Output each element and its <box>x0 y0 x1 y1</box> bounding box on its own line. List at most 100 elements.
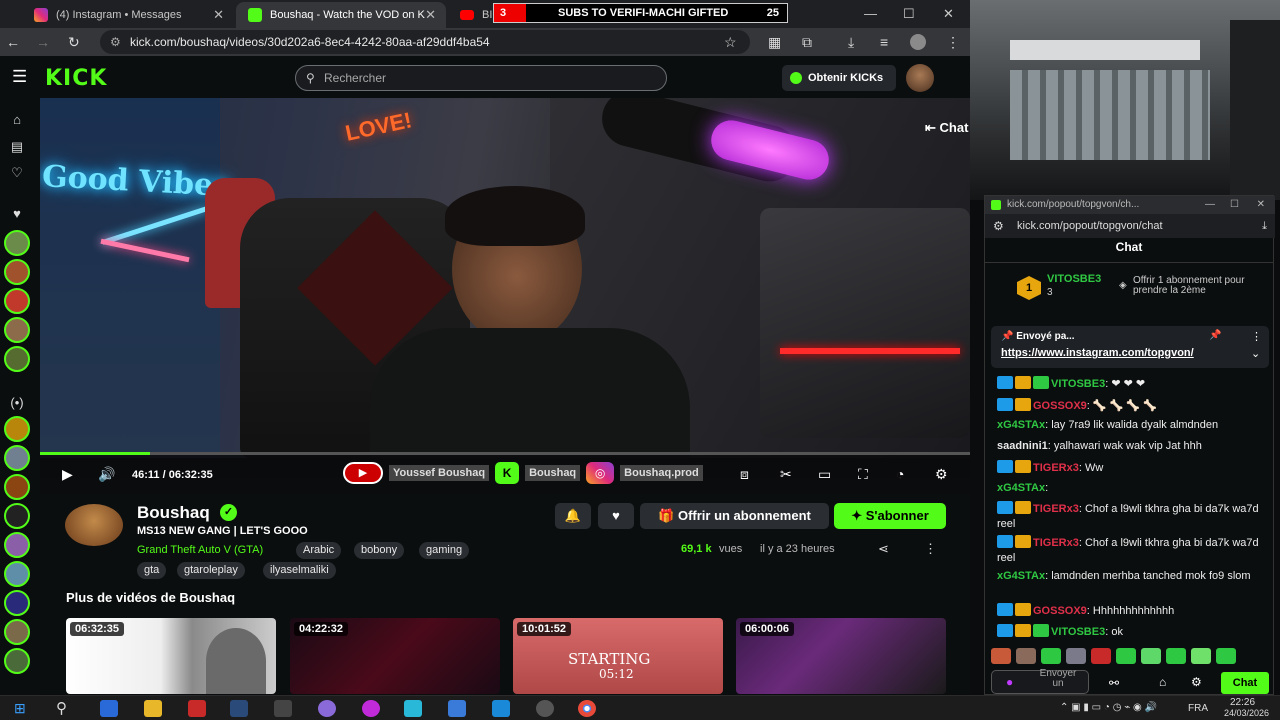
back-icon[interactable]: ← <box>6 34 20 50</box>
home-icon[interactable]: ⌂ <box>8 112 26 127</box>
puzzle-icon[interactable]: ⧉ <box>802 34 812 51</box>
emote-icon[interactable] <box>1041 648 1061 664</box>
chat-input[interactable]: ● Envoyer un <box>991 669 1089 694</box>
tag-pill[interactable]: gaming <box>419 542 470 559</box>
followed-channel-avatar[interactable] <box>4 288 30 314</box>
popout-url[interactable]: ⚙ kick.com/popout/topgvon/chat ⤓ <box>985 214 1275 238</box>
app-icon[interactable] <box>404 700 422 717</box>
recommended-channel-avatar[interactable] <box>4 416 30 442</box>
unpin-icon[interactable]: 📌 <box>1209 330 1221 341</box>
maximize-icon[interactable]: ☐ <box>1230 196 1239 214</box>
emote-icon[interactable] <box>1116 648 1136 664</box>
video-thumbnail[interactable]: 04:22:32 <box>290 618 500 694</box>
chat-username[interactable]: xG4STAx <box>997 482 1045 494</box>
video-thumbnail[interactable]: 10:01:52 STARTING 05:12 <box>513 618 723 694</box>
site-info-icon[interactable]: ⚙ <box>110 30 121 54</box>
recommended-channel-avatar[interactable] <box>4 619 30 645</box>
speed-icon[interactable]: ◔ <box>896 466 904 482</box>
chat-toggle[interactable]: ⇤ Chat <box>925 120 968 136</box>
chat-username[interactable]: TIGERx3 <box>1033 503 1079 515</box>
following-icon[interactable]: ♡ <box>8 165 26 181</box>
minimize-icon[interactable]: — <box>864 6 877 21</box>
tag-pill[interactable]: gta <box>137 562 167 579</box>
chat-username[interactable]: TIGERx3 <box>1033 462 1079 474</box>
user-avatar[interactable] <box>906 64 934 92</box>
subscribe-button[interactable]: ✦ S'abonner <box>834 503 946 529</box>
settings-gear-icon[interactable]: ⚙ <box>1191 675 1202 689</box>
followed-channel-avatar[interactable] <box>4 259 30 285</box>
profile-avatar[interactable] <box>910 34 926 50</box>
clock-time[interactable]: 22:26 <box>1230 697 1255 708</box>
discord-icon[interactable] <box>318 700 336 717</box>
close-icon[interactable]: ✕ <box>213 7 224 23</box>
chat-username[interactable]: GOSSOX9 <box>1033 605 1087 617</box>
live-icon[interactable]: (•) <box>8 395 26 410</box>
emote-icon[interactable] <box>991 648 1011 664</box>
video-thumbnail[interactable]: 06:00:06 <box>736 618 946 694</box>
sub-offer-text[interactable]: Offrir 1 abonnement pour prendre la 2ème <box>1133 276 1273 296</box>
followed-channel-avatar[interactable] <box>4 346 30 372</box>
close-icon[interactable]: ✕ <box>1257 196 1265 214</box>
follow-heart-button[interactable]: ♥ <box>598 503 634 529</box>
steam-icon[interactable] <box>230 700 248 717</box>
pinned-link[interactable]: https://www.instagram.com/topgvon/ <box>1001 347 1194 359</box>
app-icon[interactable] <box>274 700 292 717</box>
download-icon[interactable]: ⤓ <box>848 34 854 51</box>
hamburger-icon[interactable]: ☰ <box>12 67 27 87</box>
recommended-channel-avatar[interactable] <box>4 590 30 616</box>
more-options-icon[interactable]: ⋮ <box>924 541 937 557</box>
recommended-channel-avatar[interactable] <box>4 503 30 529</box>
file-explorer-icon[interactable] <box>144 700 162 717</box>
more-options-icon[interactable]: ⋮ <box>1251 330 1262 343</box>
chat-username[interactable]: VITOSBE3 <box>1051 626 1105 638</box>
language-indicator[interactable]: FRA <box>1188 703 1208 714</box>
theater-icon[interactable]: ▭ <box>818 466 831 483</box>
search-input[interactable]: ⚲ Rechercher <box>295 65 667 91</box>
tab-kick-vod[interactable]: Boushaq - Watch the VOD on K ✕ <box>236 2 446 28</box>
maximize-icon[interactable]: ☐ <box>903 6 915 22</box>
store-icon[interactable]: ⌂ <box>1159 675 1166 689</box>
channel-name[interactable]: Boushaq <box>137 503 210 523</box>
chat-username[interactable]: xG4STAx <box>997 419 1045 431</box>
gift-sub-button[interactable]: 🎁 Offrir un abonnement <box>640 503 829 529</box>
music-icon[interactable] <box>362 700 380 717</box>
chat-username[interactable]: VITOSBE3 <box>1051 378 1105 390</box>
tab-instagram[interactable]: (4) Instagram • Messages ✕ <box>22 2 234 28</box>
tag-pill[interactable]: Arabic <box>296 542 342 559</box>
emote-icon[interactable] <box>1216 648 1236 664</box>
chevron-down-icon[interactable]: ⌄ <box>1251 347 1260 360</box>
extension-icon[interactable]: ▦ <box>768 34 781 51</box>
followed-channel-avatar[interactable] <box>4 317 30 343</box>
play-icon[interactable]: ▶ <box>62 466 73 483</box>
category-link[interactable]: Grand Theft Auto V (GTA) <box>137 544 263 556</box>
app-icon[interactable] <box>100 700 118 717</box>
recommended-channel-avatar[interactable] <box>4 445 30 471</box>
emote-icon[interactable] <box>1166 648 1186 664</box>
obs-icon[interactable] <box>536 700 554 717</box>
download-icon[interactable]: ⤓ <box>1262 214 1267 238</box>
app-icon[interactable] <box>448 700 466 717</box>
emote-icon[interactable] <box>1066 648 1086 664</box>
chrome-icon[interactable] <box>578 700 596 717</box>
pinned-message[interactable]: 📌 Envoyé pa... 📌 ⋮ https://www.instagram… <box>991 326 1269 368</box>
minimize-icon[interactable]: — <box>1205 196 1215 214</box>
followed-channel-avatar[interactable] <box>4 230 30 256</box>
tag-pill[interactable]: bobony <box>354 542 405 559</box>
tag-pill[interactable]: gtaroleplay <box>177 562 245 579</box>
channel-avatar[interactable] <box>65 504 123 546</box>
app-icon[interactable] <box>188 700 206 717</box>
notification-bell-button[interactable]: 🔔 <box>555 503 591 529</box>
kick-logo[interactable]: KICK <box>45 66 107 91</box>
fullscreen-icon[interactable]: ⛶ <box>858 466 868 483</box>
browse-icon[interactable]: ▤ <box>8 139 26 155</box>
close-icon[interactable]: ✕ <box>425 7 436 23</box>
emote-icon[interactable] <box>1141 648 1161 664</box>
recommended-channel-avatar[interactable] <box>4 532 30 558</box>
menu-dots-icon[interactable]: ⋮ <box>946 34 960 51</box>
forward-icon[interactable]: → <box>36 34 50 50</box>
media-icon[interactable]: ≡ <box>880 34 888 50</box>
link-icon[interactable]: ⚯ <box>1109 676 1119 690</box>
search-icon[interactable]: ⚲ <box>56 699 67 717</box>
video-player[interactable]: Good Vibes LOVE! ⇤ Chat <box>40 98 970 458</box>
emote-icon[interactable] <box>1091 648 1111 664</box>
